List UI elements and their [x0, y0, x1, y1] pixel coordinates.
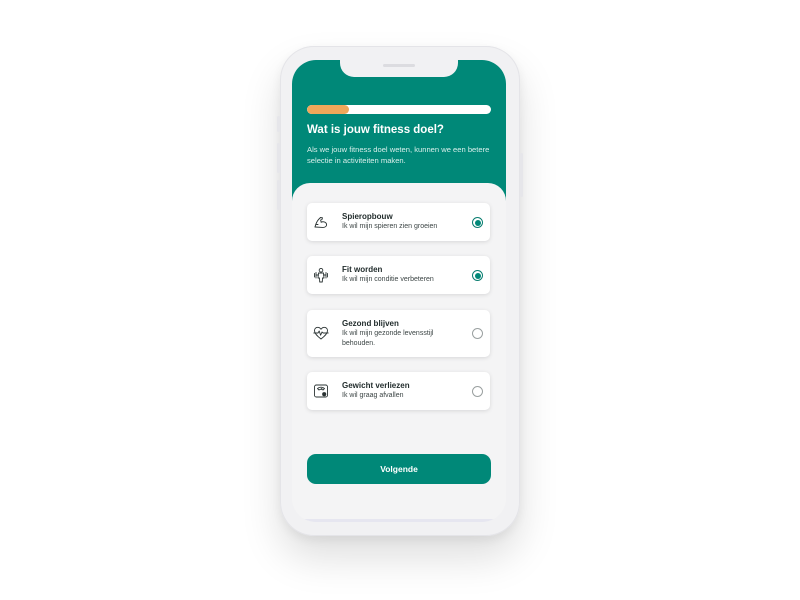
- option-radio[interactable]: [472, 217, 483, 228]
- option-description: Ik wil mijn conditie verbeteren: [342, 276, 434, 283]
- option-description: Ik wil mijn gezonde levensstijl behouden…: [342, 330, 434, 347]
- progress-bar-fill: [307, 105, 350, 114]
- option-title: Gezond blijven: [342, 319, 399, 328]
- speaker-grille: [383, 64, 415, 67]
- heart-pulse-icon: [313, 325, 329, 341]
- next-button[interactable]: Volgende: [307, 454, 491, 484]
- option-card-gewicht-verliezen[interactable]: Gewicht verliezen Ik wil graag afvallen: [307, 372, 490, 410]
- option-radio[interactable]: [472, 386, 483, 397]
- option-radio[interactable]: [472, 270, 483, 281]
- power-button: [520, 153, 523, 197]
- option-description: Ik wil mijn spieren zien groeien: [342, 223, 438, 230]
- phone-notch: [340, 60, 458, 77]
- option-title: Gewicht verliezen: [342, 381, 410, 390]
- fitness-person-icon: [313, 267, 329, 283]
- progress-bar: [307, 105, 491, 114]
- volume-down-button: [277, 180, 280, 210]
- option-title: Spieropbouw: [342, 212, 393, 221]
- option-description: Ik wil graag afvallen: [342, 392, 404, 399]
- option-card-fit-worden[interactable]: Fit worden Ik wil mijn conditie verbeter…: [307, 256, 490, 294]
- flexed-arm-icon: [313, 214, 329, 230]
- page-title: Wat is jouw fitness doel?: [307, 124, 444, 136]
- option-title: Fit worden: [342, 265, 383, 274]
- home-indicator-bar: [292, 519, 506, 522]
- option-card-gezond-blijven[interactable]: Gezond blijven Ik wil mijn gezonde leven…: [307, 310, 490, 357]
- option-radio[interactable]: [472, 328, 483, 339]
- phone-screen: Wat is jouw fitness doel? Als we jouw fi…: [292, 60, 506, 522]
- mute-switch: [277, 116, 280, 132]
- scale-icon: [313, 383, 329, 399]
- option-card-spieropbouw[interactable]: Spieropbouw Ik wil mijn spieren zien gro…: [307, 203, 490, 241]
- volume-up-button: [277, 143, 280, 173]
- page-subtitle: Als we jouw fitness doel weten, kunnen w…: [307, 145, 490, 165]
